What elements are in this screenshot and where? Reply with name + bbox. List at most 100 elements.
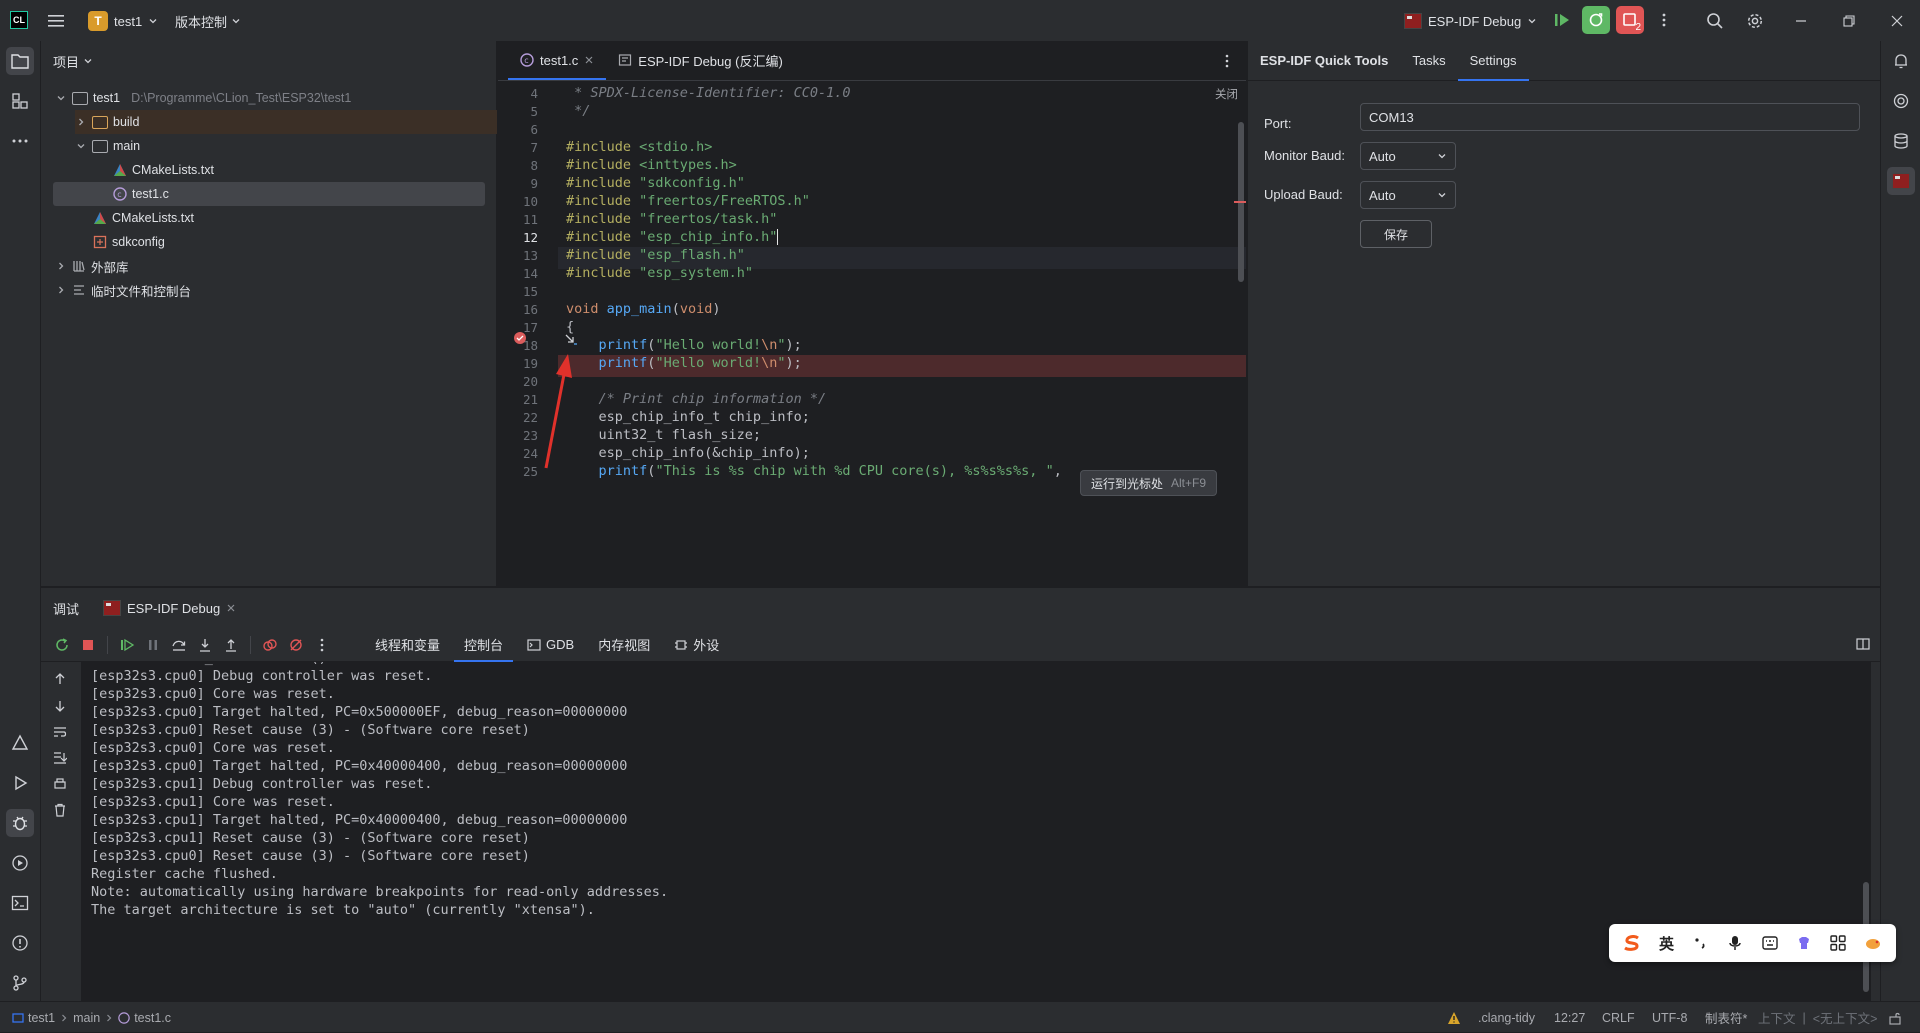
mute-breakpoints-button[interactable] [285, 634, 307, 656]
tree-item-scratches[interactable]: 临时文件和控制台 [55, 278, 191, 302]
tree-item-external-libs[interactable]: 外部库 [55, 254, 129, 278]
ime-mascot-icon[interactable] [1862, 932, 1884, 954]
ai-assistant-button[interactable] [1887, 87, 1915, 115]
port-input[interactable]: COM13 [1360, 103, 1860, 131]
tab-gdb[interactable]: GDB [517, 628, 584, 662]
editor-tab-options-button[interactable] [1220, 53, 1234, 69]
tree-item-cmakelists-root[interactable]: CMakeLists.txt [93, 206, 194, 230]
more-tools-button[interactable] [6, 127, 34, 155]
monitor-baud-select[interactable]: Auto [1360, 142, 1456, 170]
view-breakpoints-button[interactable] [259, 634, 281, 656]
tree-item-root[interactable]: test1 D:\Programme\CLion_Test\ESP32\test… [55, 86, 351, 110]
tab-peripherals[interactable]: 外设 [664, 628, 729, 662]
problems-tool-button[interactable] [6, 929, 34, 957]
git-tool-button[interactable] [6, 969, 34, 997]
microphone-icon[interactable] [1724, 932, 1746, 954]
run-config-selector[interactable]: ESP-IDF Debug [1404, 8, 1537, 34]
indent-setting[interactable]: 制表符* [1705, 1002, 1747, 1033]
tree-item-sdkconfig[interactable]: sdkconfig [93, 230, 165, 254]
rerun-button[interactable] [51, 634, 73, 656]
tab-debug-session[interactable]: ESP-IDF Debug [103, 588, 236, 628]
scroll-to-end-icon[interactable] [53, 751, 67, 765]
console-output[interactable]: 0x40000400 in _ResetVector () [esp32s3.cp… [81, 662, 1871, 1002]
tab-disassembly[interactable]: ESP-IDF Debug (反汇编) [606, 40, 794, 80]
more-actions-button[interactable] [1650, 6, 1678, 34]
vcs-selector[interactable]: 版本控制 [175, 9, 241, 33]
breakpoint-icon[interactable] [513, 331, 527, 345]
tab-label: 线程和变量 [375, 638, 441, 653]
project-tool-button[interactable] [6, 47, 34, 75]
upload-baud-select[interactable]: Auto [1360, 181, 1456, 209]
structure-tool-button[interactable] [6, 87, 34, 115]
project-panel-header[interactable]: 项目 [41, 41, 496, 81]
main-menu-icon[interactable] [46, 10, 68, 32]
esp-idf-tool-button[interactable] [1887, 167, 1915, 195]
database-button[interactable] [1887, 127, 1915, 155]
breadcrumb-file[interactable]: test1.c [134, 1011, 171, 1025]
caret-position[interactable]: 12:27 [1554, 1002, 1585, 1033]
context-selector[interactable]: 上下文 | <无上下文> [1758, 1002, 1877, 1033]
tab-memory-view[interactable]: 内存视图 [588, 628, 660, 662]
warning-indicator[interactable] [1447, 1002, 1461, 1033]
linter-status[interactable]: .clang-tidy [1478, 1002, 1535, 1033]
tab-tasks[interactable]: Tasks [1400, 41, 1457, 81]
cmake-tool-button[interactable] [6, 729, 34, 757]
file-encoding[interactable]: UTF-8 [1652, 1002, 1687, 1033]
ime-language-toggle[interactable]: 英 [1656, 932, 1678, 954]
c-file-icon [118, 1011, 130, 1024]
close-tab-icon[interactable] [226, 603, 236, 613]
notifications-button[interactable] [1887, 47, 1915, 75]
search-button[interactable] [1703, 9, 1727, 33]
arrow-up-icon[interactable] [53, 672, 67, 686]
tree-item-build[interactable]: build [75, 110, 497, 134]
trash-icon[interactable] [53, 803, 67, 817]
tab-settings[interactable]: Settings [1457, 41, 1529, 81]
tree-item-label: 临时文件和控制台 [91, 284, 192, 299]
resume-button[interactable] [1548, 6, 1576, 34]
breadcrumb-project[interactable]: test1 [28, 1011, 55, 1025]
punctuation-icon[interactable] [1690, 932, 1712, 954]
pause-button[interactable] [142, 634, 164, 656]
sogou-logo-icon[interactable] [1621, 932, 1643, 954]
terminal-tool-button[interactable] [6, 889, 34, 917]
minimize-button[interactable] [1778, 0, 1824, 41]
toolbox-grid-icon[interactable] [1827, 932, 1849, 954]
keyboard-icon[interactable] [1759, 932, 1781, 954]
run-tool-button[interactable] [6, 769, 34, 797]
services-tool-button[interactable] [6, 849, 34, 877]
step-over-button[interactable] [168, 634, 190, 656]
print-icon[interactable] [53, 777, 67, 791]
save-button[interactable]: 保存 [1360, 220, 1432, 248]
read-only-toggle[interactable] [1888, 1002, 1902, 1033]
close-window-button[interactable] [1874, 0, 1920, 41]
tree-item-main[interactable]: main [75, 134, 140, 158]
tab-console[interactable]: 控制台 [454, 628, 514, 662]
stop-button[interactable] [77, 634, 99, 656]
run-to-cursor-icon[interactable] [564, 333, 578, 347]
tab-test1c[interactable]: c test1.c [508, 40, 607, 80]
debug-tool-button[interactable] [6, 809, 34, 837]
step-out-button[interactable] [220, 634, 242, 656]
resume-program-button[interactable] [116, 634, 138, 656]
close-hint[interactable]: 关闭 [1215, 86, 1238, 102]
more-debug-options-button[interactable] [311, 634, 333, 656]
tree-item-cmakelists-main[interactable]: CMakeLists.txt [113, 158, 214, 182]
restore-button[interactable] [1826, 0, 1872, 41]
stop-sessions-button[interactable]: 2 [1616, 6, 1644, 34]
step-into-button[interactable] [194, 634, 216, 656]
project-selector[interactable]: T test1 [88, 9, 158, 33]
breadcrumb-folder[interactable]: main [73, 1011, 100, 1025]
tree-item-test1c[interactable]: c test1.c [53, 182, 485, 206]
layout-settings-button[interactable] [1856, 637, 1870, 651]
skin-icon[interactable] [1793, 932, 1815, 954]
code-area[interactable]: 4 5 6 7 8 9 10 11 12 13 14 15 16 17 18 19 20 21 22 23 24 25 *… [498, 82, 1246, 586]
rerun-debug-button[interactable] [1582, 6, 1610, 34]
close-tab-icon[interactable] [584, 55, 594, 65]
arrow-down-icon[interactable] [53, 699, 67, 713]
line-ending[interactable]: CRLF [1602, 1002, 1635, 1033]
settings-button[interactable] [1743, 9, 1767, 33]
module-icon [12, 1012, 24, 1023]
tab-threads-variables[interactable]: 线程和变量 [365, 628, 450, 662]
soft-wrap-icon[interactable] [53, 725, 67, 739]
code-editor[interactable]: c test1.c ESP-IDF Debug (反汇编) 4 5 6 7 8 9 10 11… [498, 41, 1246, 586]
